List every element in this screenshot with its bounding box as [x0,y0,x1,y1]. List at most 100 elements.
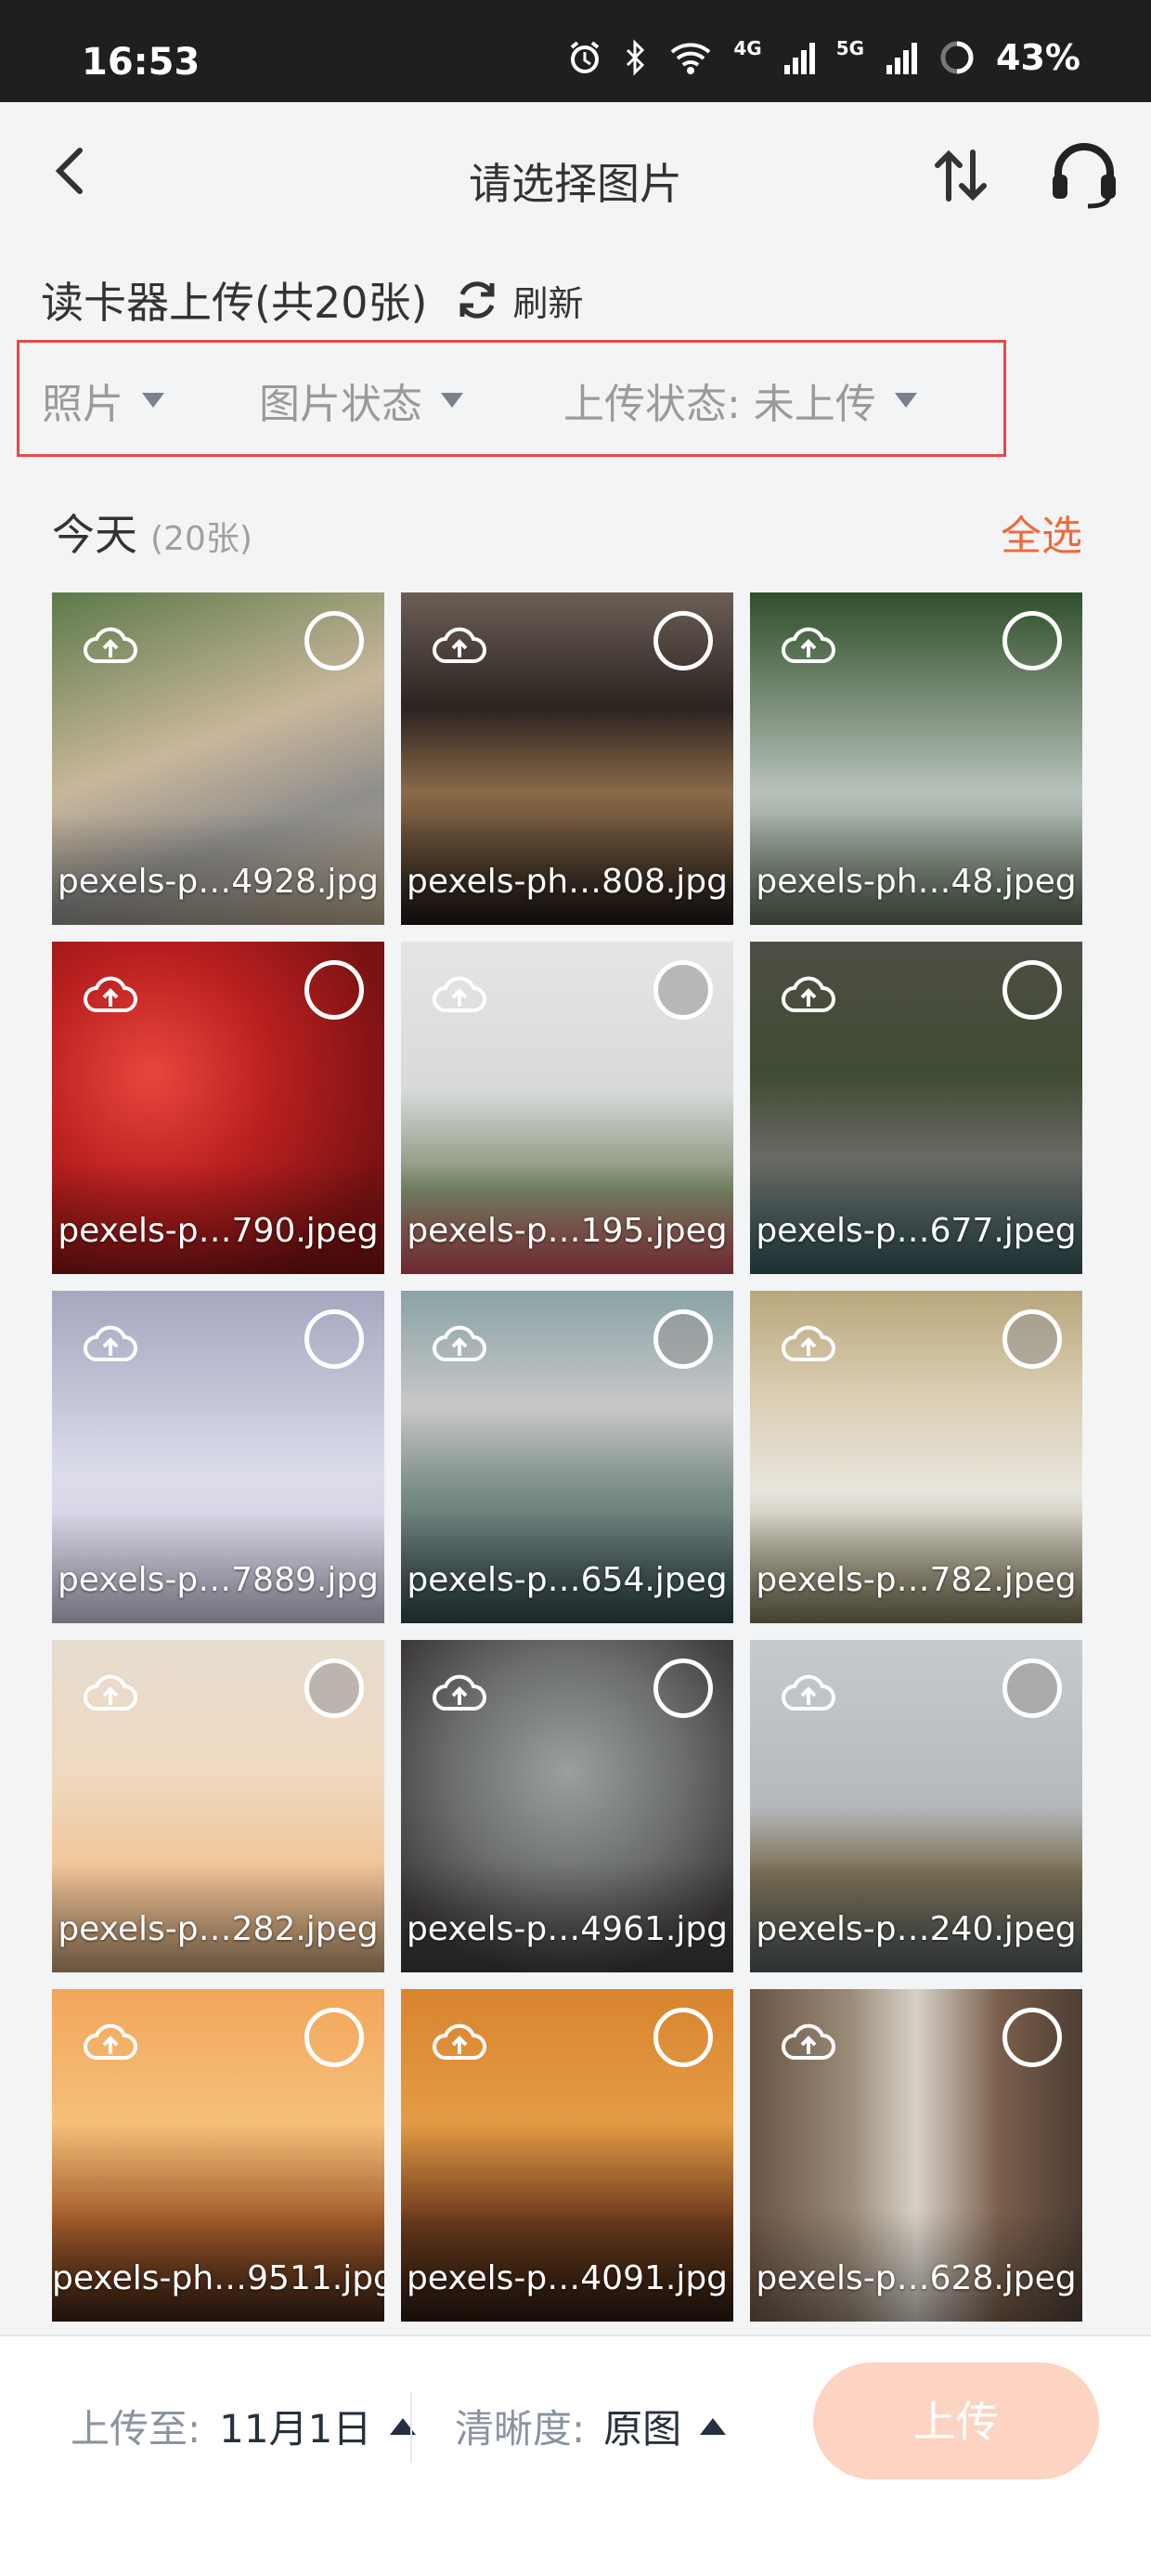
photo-tile[interactable]: pexels-p…790.jpeg [52,942,384,1274]
select-checkbox[interactable] [304,960,364,1020]
network-4g-icon: 4G [733,37,762,59]
battery-percent: 43% [996,37,1080,78]
photo-tile[interactable]: pexels-p…240.jpeg [750,1640,1082,1972]
wifi-icon [671,43,711,74]
photo-filename: pexels-p…790.jpeg [58,1212,379,1250]
alarm-icon [571,41,600,73]
photo-filename: pexels-p…240.jpeg [756,1910,1077,1948]
bluetooth-icon [627,39,645,76]
dropdown-arrow-icon [441,393,463,408]
refresh-label: 刷新 [512,282,584,324]
photo-grid: pexels-p…4928.jpg pexels-ph…808.jpg pexe… [52,592,1084,2322]
photo-tile[interactable]: pexels-p…7889.jpg [52,1291,384,1623]
filter-image-status-dropdown[interactable]: 图片状态 [259,371,463,430]
dropdown-up-arrow-icon [390,2417,417,2435]
cloud-upload-icon [782,627,835,663]
cloud-upload-icon [433,2023,486,2060]
status-icons: 4G 5G 43% [566,37,1080,78]
status-bar: 16:53 4G 5G 43% [0,0,1151,102]
photo-filename: pexels-p…677.jpeg [756,1212,1077,1250]
signal-icon [783,43,815,74]
photo-filename: pexels-ph…9511.jpg [52,2259,384,2297]
source-title: 读卡器上传(共20张) [41,278,428,328]
cloud-upload-icon [84,1674,137,1711]
customer-service-icon[interactable] [1047,137,1121,212]
filter-upload-status-label: 上传状态: 未上传 [563,381,876,428]
photo-filename: pexels-p…7889.jpg [57,1561,380,1599]
upload-button[interactable]: 上传 [813,2362,1099,2479]
photo-filename: pexels-p…195.jpeg [407,1212,728,1250]
select-checkbox[interactable] [1002,611,1062,670]
dropdown-up-arrow-icon [700,2417,727,2435]
refresh-icon [459,281,495,319]
select-checkbox[interactable] [1002,1659,1062,1718]
cloud-upload-icon [84,976,137,1012]
photo-filename: pexels-p…4961.jpg [406,1910,729,1948]
photo-tile[interactable]: pexels-p…628.jpeg [750,1989,1082,2322]
cloud-upload-icon [782,1674,835,1711]
cloud-upload-icon [84,1325,137,1361]
clarity-selector[interactable]: 清晰度: 原图 [455,2398,727,2454]
select-checkbox[interactable] [304,611,364,670]
dropdown-arrow-icon [894,393,917,408]
filter-type-dropdown[interactable]: 照片 [42,371,164,430]
photo-tile[interactable]: pexels-ph…48.jpeg [750,592,1082,925]
clarity-value: 原图 [603,2406,682,2452]
photo-tile[interactable]: pexels-p…4091.jpg [401,1989,733,2322]
select-checkbox[interactable] [1002,960,1062,1020]
upload-to-label: 上传至: [71,2406,201,2452]
cloud-upload-icon [433,1325,486,1361]
cloud-upload-icon [782,2023,835,2060]
photo-tile[interactable]: pexels-p…195.jpeg [401,942,733,1274]
date-section-header: 今天 (20张) 全选 [52,501,1082,563]
photo-tile[interactable]: pexels-ph…9511.jpg [52,1989,384,2322]
section-count: (20张) [150,520,252,558]
select-checkbox[interactable] [1002,2008,1062,2067]
signal-icon-2 [886,43,918,74]
network-5g-icon: 5G [835,37,865,59]
refresh-button[interactable]: 刷新 [453,275,583,326]
select-checkbox[interactable] [653,1659,713,1718]
select-checkbox[interactable] [653,1309,713,1369]
photo-tile[interactable]: pexels-p…4928.jpg [52,592,384,925]
bottom-action-bar: 上传至: 11月1日 清晰度: 原图 上传 [0,2335,1151,2576]
section-date-label: 今天 [52,510,137,560]
cloud-upload-icon [433,976,486,1012]
select-checkbox[interactable] [653,2008,713,2067]
photo-filename: pexels-ph…48.jpeg [756,863,1077,901]
status-time: 16:53 [82,41,200,84]
upload-date-selector[interactable]: 上传至: 11月1日 [71,2398,417,2454]
photo-filename: pexels-p…4928.jpg [57,863,380,901]
select-checkbox[interactable] [1002,1309,1062,1369]
filter-type-label: 照片 [42,381,123,428]
photo-filename: pexels-p…282.jpeg [58,1910,379,1948]
photo-tile[interactable]: pexels-p…782.jpeg [750,1291,1082,1623]
filter-image-status-label: 图片状态 [259,381,422,428]
filter-bar: 照片 图片状态 上传状态: 未上传 [17,340,1006,457]
clarity-label: 清晰度: [455,2406,586,2452]
select-checkbox[interactable] [304,1659,364,1718]
select-checkbox[interactable] [304,1309,364,1369]
cloud-upload-icon [433,627,486,663]
photo-filename: pexels-p…782.jpeg [756,1561,1077,1599]
sort-icon[interactable] [928,143,993,208]
photo-filename: pexels-ph…808.jpg [407,863,728,901]
photo-tile[interactable]: pexels-ph…808.jpg [401,592,733,925]
photo-tile[interactable]: pexels-p…654.jpeg [401,1291,733,1623]
filter-upload-status-dropdown[interactable]: 上传状态: 未上传 [563,371,917,430]
select-all-button[interactable]: 全选 [1001,502,1082,562]
cloud-upload-icon [782,1325,835,1361]
select-checkbox[interactable] [653,611,713,670]
cloud-upload-icon [782,976,835,1012]
photo-tile[interactable]: pexels-p…282.jpeg [52,1640,384,1972]
photo-tile[interactable]: pexels-p…677.jpeg [750,942,1082,1274]
battery-icon [940,41,974,74]
select-checkbox[interactable] [653,960,713,1020]
photo-filename: pexels-p…654.jpeg [407,1561,728,1599]
select-checkbox[interactable] [304,2008,364,2067]
photo-tile[interactable]: pexels-p…4961.jpg [401,1640,733,1972]
photo-filename: pexels-p…4091.jpg [406,2259,729,2297]
cloud-upload-icon [84,2023,137,2060]
divider [410,2392,412,2463]
cloud-upload-icon [84,627,137,663]
